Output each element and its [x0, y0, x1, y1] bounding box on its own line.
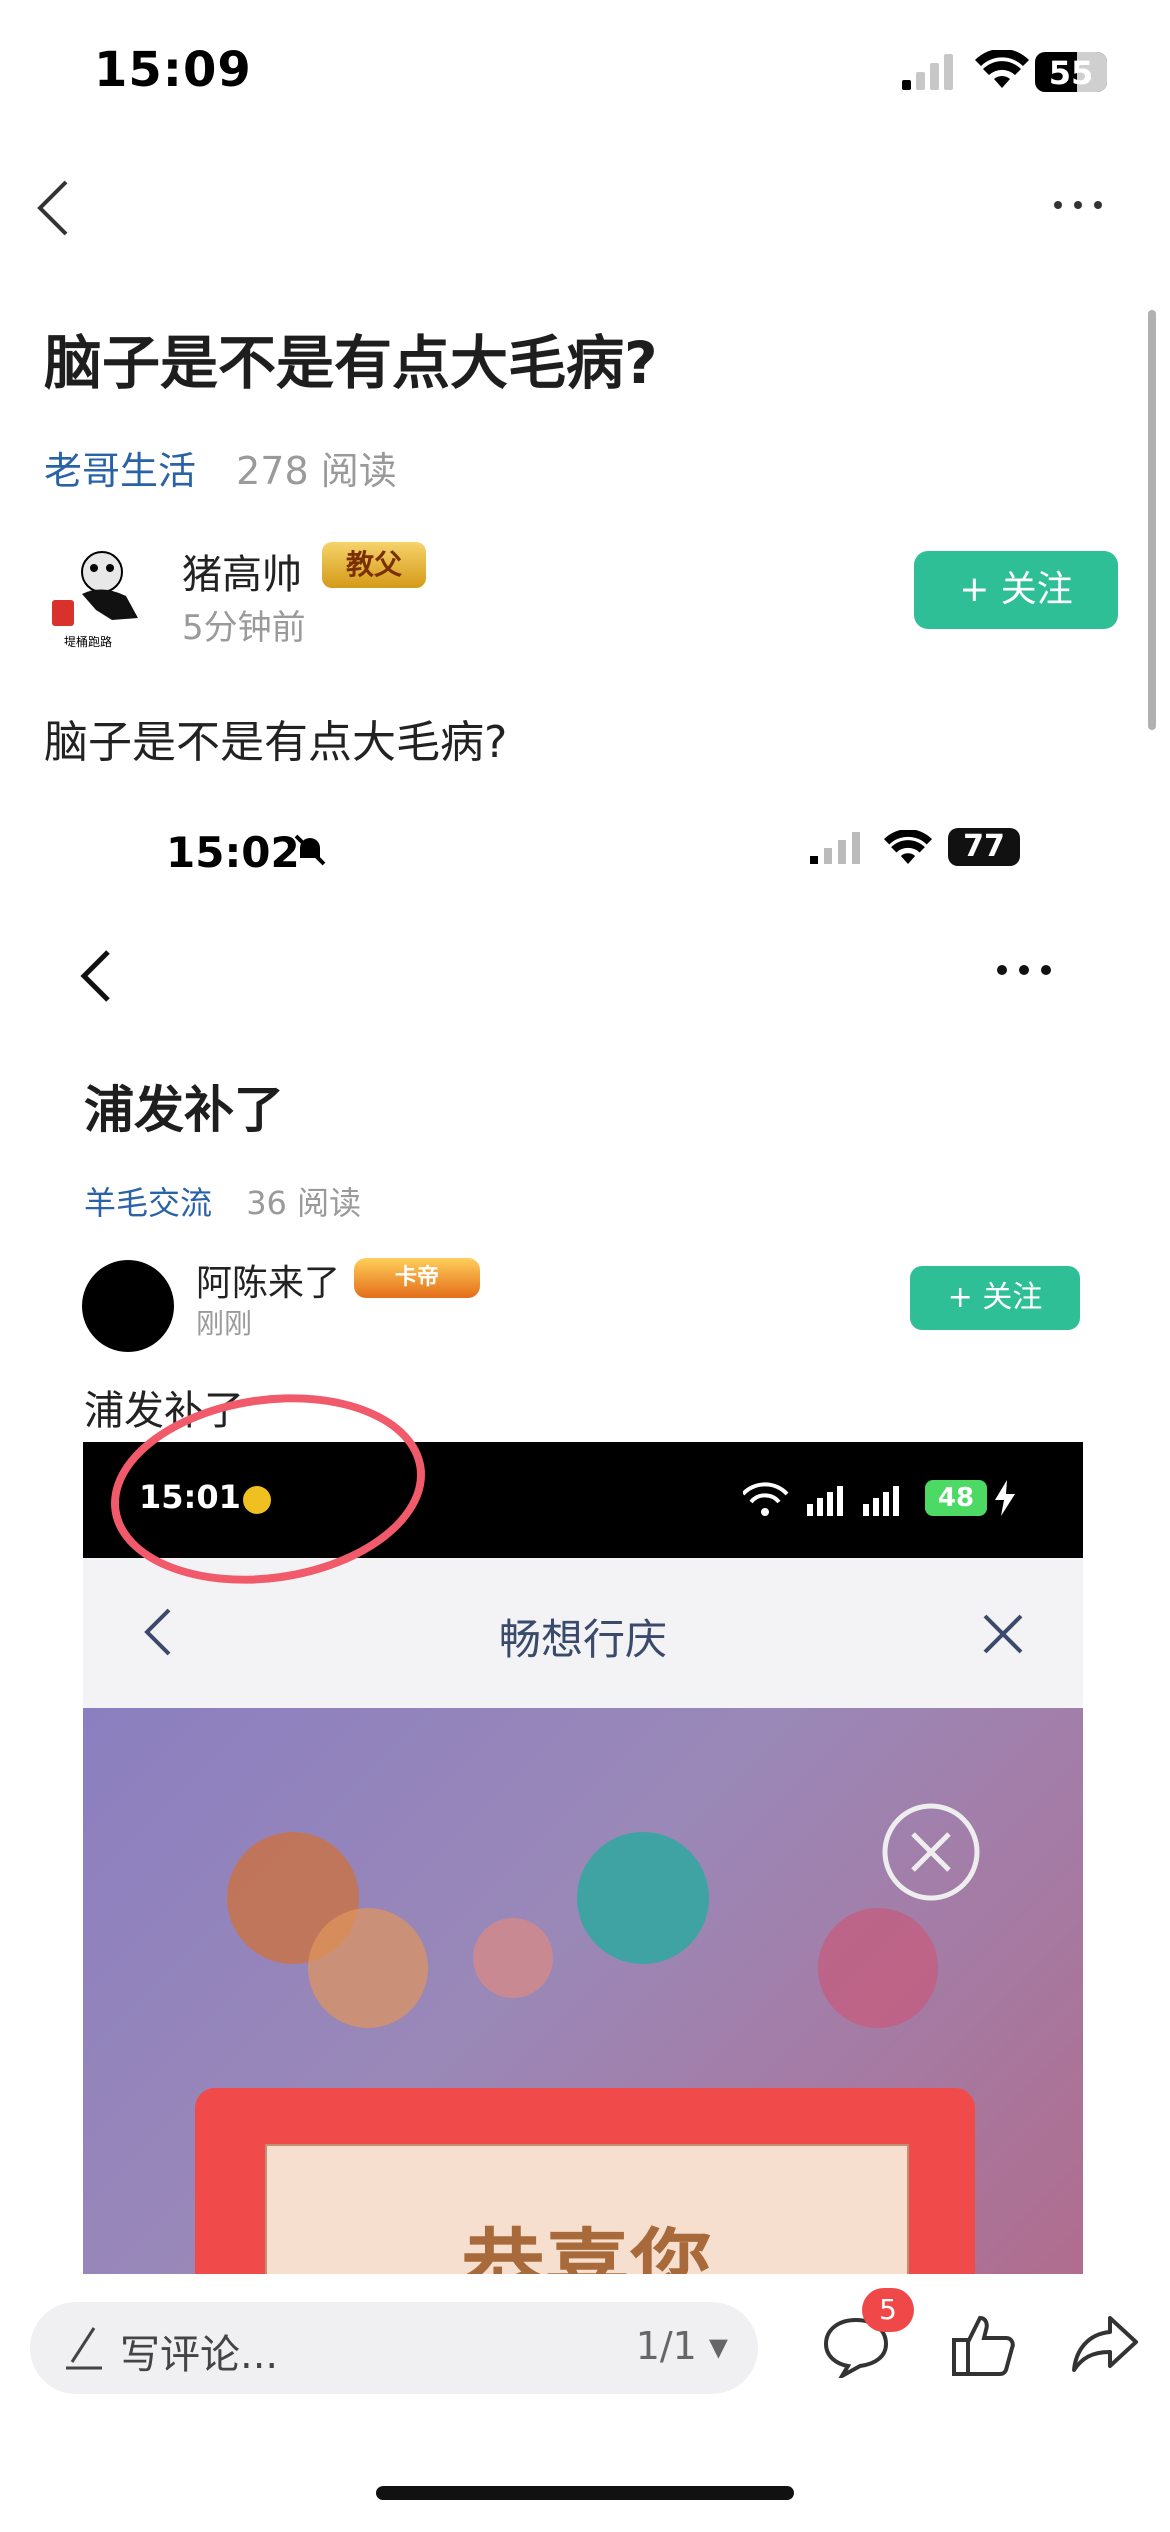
embedded-author-name: 阿陈来了: [196, 1263, 341, 1304]
wifi-icon: [975, 50, 1029, 88]
page-indicator-text: 1/1: [635, 2324, 697, 2368]
home-indicator[interactable]: [376, 2486, 794, 2500]
inner-promo-background: 恭喜您: [83, 1708, 1083, 2274]
author-avatar[interactable]: 提桶跑路: [42, 538, 160, 656]
embedded-title: 浦发补了: [84, 1081, 284, 1139]
embedded-signal-icon: [810, 832, 860, 864]
more-icon[interactable]: [1048, 190, 1108, 220]
like-icon[interactable]: [950, 2312, 1018, 2378]
inner-battery: 48: [925, 1480, 987, 1516]
embedded-read-count: 36 阅读: [246, 1184, 362, 1222]
inner-network-icon: [743, 1482, 899, 1516]
svg-text:提桶跑路: 提桶跑路: [64, 634, 112, 649]
embedded-author-badge: 卡帝: [354, 1258, 480, 1298]
cellular-signal-icon: [902, 54, 953, 90]
inner-close-icon: [983, 1614, 1023, 1654]
author-badge: 教父: [322, 542, 426, 588]
post-body-text: 脑子是不是有点大毛病?: [44, 717, 508, 768]
comment-input[interactable]: 写评论... 1/1 ▾: [30, 2302, 758, 2394]
embedded-avatar: [82, 1260, 174, 1352]
category-link[interactable]: 老哥生活: [44, 449, 196, 493]
embedded-wifi-icon: [884, 830, 932, 864]
congrats-text: 恭喜您: [460, 2220, 713, 2274]
page-indicator[interactable]: 1/1 ▾: [636, 2324, 728, 2368]
embedded-more-icon: [997, 965, 1051, 975]
embedded-meta: 羊毛交流 36 阅读: [84, 1178, 361, 1224]
post-meta: 老哥生活 278 阅读: [44, 440, 397, 495]
embedded-battery: 77: [948, 828, 1020, 866]
author-name[interactable]: 猪高帅: [182, 542, 302, 600]
embedded-status-time: 15:02: [166, 828, 300, 877]
avatar-image-icon: 提桶跑路: [42, 538, 160, 656]
embedded-category: 羊毛交流: [84, 1184, 213, 1222]
congrats-card: 恭喜您: [195, 2088, 975, 2274]
congrats-card-inner: 恭喜您: [265, 2144, 909, 2274]
charging-bolt-icon: [995, 1480, 1015, 1516]
battery-level: 55: [1048, 54, 1094, 92]
post-time: 5分钟前: [182, 608, 306, 648]
gift-balls-icon: [227, 1803, 980, 2028]
comment-placeholder: 写评论...: [120, 2332, 279, 2378]
mute-bell-icon: [294, 834, 326, 866]
share-icon[interactable]: [1070, 2314, 1140, 2374]
embedded-follow-button: + 关注: [910, 1266, 1080, 1330]
read-count: 278 阅读: [236, 449, 397, 493]
post-title: 脑子是不是有点大毛病?: [44, 329, 658, 397]
status-time: 15:09: [94, 42, 252, 98]
scrollbar[interactable]: [1148, 310, 1156, 730]
comment-count-badge: 5: [862, 2288, 914, 2332]
follow-button[interactable]: + 关注: [914, 551, 1118, 629]
embedded-back-icon: [80, 950, 110, 1002]
inner-nav-title: 畅想行庆: [498, 1615, 667, 1664]
pen-icon: [66, 2327, 102, 2370]
battery-icon: 55: [1035, 52, 1107, 92]
back-icon[interactable]: [30, 178, 80, 238]
embedded-post-time: 刚刚: [196, 1307, 253, 1340]
post-image[interactable]: 15:02 77 浦发补了 羊毛交流 36 阅读 阿陈来了 卡帝 刚刚 + 关注…: [0, 780, 1170, 2274]
